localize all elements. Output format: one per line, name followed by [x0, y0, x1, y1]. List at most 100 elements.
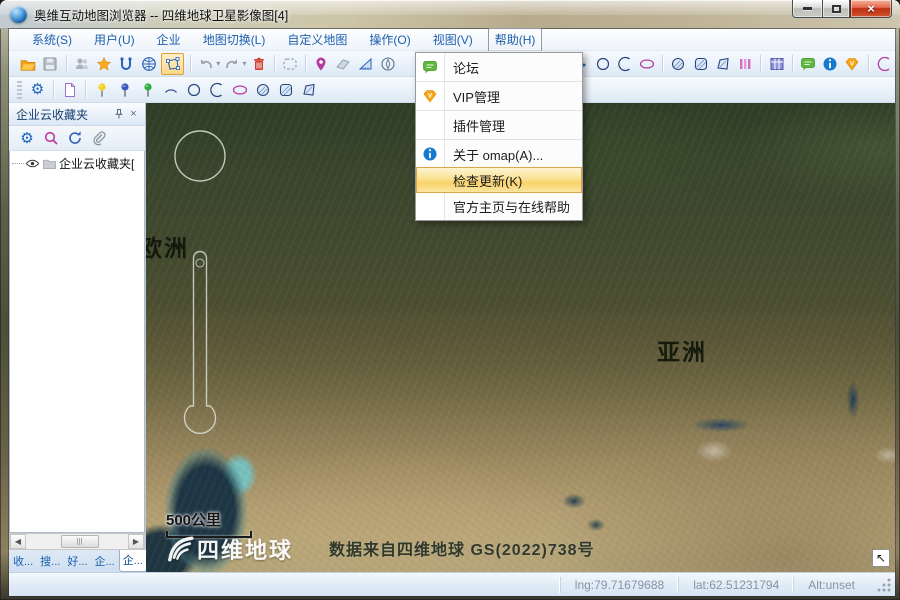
menubar-item-7[interactable]: 帮助(H) — [488, 28, 543, 51]
circle-hatch-icon[interactable] — [253, 80, 273, 100]
compass-icon[interactable] — [378, 54, 397, 74]
resize-grip[interactable] — [875, 576, 893, 594]
close-panel-button[interactable]: × — [126, 107, 141, 122]
scroll-track[interactable] — [26, 534, 128, 549]
polygon-hatch-icon[interactable] — [713, 54, 732, 74]
pin-magenta-icon[interactable] — [312, 54, 331, 74]
siwei-earth-logo-icon — [166, 535, 194, 563]
eraser-icon[interactable] — [334, 54, 353, 74]
pin-yellow-icon[interactable] — [92, 80, 112, 100]
sidebar-tab-1[interactable]: 搜... — [37, 551, 63, 572]
ellipse-icon[interactable] — [230, 80, 250, 100]
help-menu-item-1[interactable]: VVIP管理 — [416, 83, 582, 109]
sidebar-tab-0[interactable]: 收... — [10, 551, 36, 572]
refresh-icon[interactable] — [65, 128, 86, 148]
roundrect-hatch-icon[interactable] — [276, 80, 296, 100]
bars-pink-icon[interactable] — [736, 54, 755, 74]
titlebar[interactable]: 奥维互动地图浏览器 -- 四维地球卫星影像图[4] × — [0, 0, 900, 29]
help-dropdown-menu: 论坛 VVIP管理插件管理关于 omap(A)...检查更新(K)官方主页与在线帮… — [415, 52, 583, 221]
maximize-icon — [832, 5, 841, 13]
sidebar-hscrollbar[interactable]: ◀ ▶ — [9, 533, 145, 550]
save-icon[interactable] — [41, 54, 60, 74]
menu-separator — [416, 81, 582, 82]
svg-text:V: V — [850, 60, 855, 67]
roundrect-hatch-icon[interactable] — [691, 54, 710, 74]
circle-hatch-icon[interactable] — [669, 54, 688, 74]
restore-view-button[interactable]: ↖ — [872, 549, 890, 567]
menubar-item-2[interactable]: 企业 — [150, 28, 188, 51]
menubar-item-3[interactable]: 地图切换(L) — [196, 28, 273, 51]
drawn-track-shape — [185, 252, 216, 434]
gear-icon[interactable]: ⚙ — [17, 128, 38, 148]
help-menu-item-3[interactable]: 关于 omap(A)... — [416, 141, 582, 167]
document-icon[interactable] — [60, 80, 80, 100]
scroll-thumb[interactable] — [61, 535, 99, 548]
pin-blue-icon[interactable] — [115, 80, 135, 100]
help-menu-item-4[interactable]: 检查更新(K) — [416, 167, 582, 193]
redo-icon[interactable] — [223, 54, 242, 74]
favorites-tree[interactable]: 企业云收藏夹[ — [9, 151, 145, 533]
scroll-right-arrow[interactable]: ▶ — [128, 534, 144, 549]
ruler-area-icon[interactable] — [356, 54, 375, 74]
dropdown-caret-icon[interactable]: ▾ — [216, 59, 220, 68]
globe-icon[interactable] — [139, 54, 158, 74]
folder-open-icon[interactable] — [19, 54, 38, 74]
menubar-item-1[interactable]: 用户(U) — [87, 28, 142, 51]
sidebar-tab-2[interactable]: 好... — [64, 551, 90, 572]
toolbar-separator — [792, 55, 793, 72]
scroll-left-arrow[interactable]: ◀ — [10, 534, 26, 549]
sidebar-panel: 企业云收藏夹 × ⚙ 企业云收藏夹[ ◀ — [9, 103, 146, 572]
toolbar-separator — [190, 55, 191, 72]
polygon-hatch-icon[interactable] — [299, 80, 319, 100]
menubar-item-0[interactable]: 系统(S) — [25, 28, 79, 51]
toolbar-separator — [85, 81, 86, 98]
help-menu-label-1: VIP管理 — [444, 87, 500, 106]
close-button[interactable]: × — [850, 0, 892, 18]
info-icon[interactable] — [821, 54, 840, 74]
minimize-button[interactable] — [792, 0, 822, 18]
c-curve-icon[interactable] — [874, 54, 893, 74]
help-menu-label-0: 论坛 — [444, 58, 479, 77]
star-icon[interactable] — [94, 54, 113, 74]
table-icon[interactable] — [767, 54, 786, 74]
chat-icon[interactable] — [798, 54, 817, 74]
arc-flat-icon[interactable] — [161, 80, 181, 100]
help-menu-item-5[interactable]: 官方主页与在线帮助 — [416, 193, 582, 219]
circle-icon[interactable] — [593, 54, 612, 74]
pin-green-icon[interactable] — [138, 80, 158, 100]
chat-icon — [416, 59, 444, 75]
users-icon[interactable] — [72, 54, 91, 74]
crop-selected-icon[interactable] — [161, 53, 184, 75]
eye-icon[interactable] — [25, 156, 40, 171]
marquee-icon[interactable] — [280, 54, 299, 74]
route-icon[interactable] — [117, 54, 136, 74]
toolbar-grip-handle[interactable] — [17, 81, 22, 99]
tree-branch-line — [12, 163, 24, 164]
vip-icon[interactable]: V — [843, 54, 862, 74]
undo-icon[interactable] — [196, 54, 215, 74]
trash-icon[interactable] — [249, 54, 268, 74]
paperclip-icon[interactable] — [89, 128, 110, 148]
gear-icon[interactable]: ⚙ — [28, 80, 48, 100]
maximize-button[interactable] — [822, 0, 850, 18]
help-menu-item-0[interactable]: 论坛 — [416, 54, 582, 80]
dropdown-caret-icon[interactable]: ▾ — [242, 59, 246, 68]
tree-item-enterprise-favorites[interactable]: 企业云收藏夹[ — [10, 155, 144, 172]
sidebar-header: 企业云收藏夹 × — [9, 103, 145, 126]
window-title: 奥维互动地图浏览器 -- 四维地球卫星影像图[4] — [34, 5, 288, 24]
status-cell-0: lng:79.71679688 — [560, 577, 678, 593]
sidebar-tab-3[interactable]: 企... — [92, 551, 118, 572]
scale-label: 500公里 — [166, 509, 252, 530]
arc-icon[interactable] — [615, 54, 634, 74]
ellipse-icon[interactable] — [638, 54, 657, 74]
menubar-item-4[interactable]: 自定义地图 — [280, 28, 354, 51]
data-attribution: 数据来自四维地球 GS(2022)738号 — [329, 536, 595, 560]
sidebar-tab-4[interactable]: 企... — [119, 550, 147, 572]
menubar-item-6[interactable]: 视图(V) — [426, 28, 480, 51]
help-menu-item-2[interactable]: 插件管理 — [416, 112, 582, 138]
arc-icon[interactable] — [207, 80, 227, 100]
search-icon[interactable] — [41, 128, 62, 148]
circle-icon[interactable] — [184, 80, 204, 100]
menubar-item-5[interactable]: 操作(O) — [362, 28, 417, 51]
pin-panel-button[interactable] — [111, 107, 126, 122]
